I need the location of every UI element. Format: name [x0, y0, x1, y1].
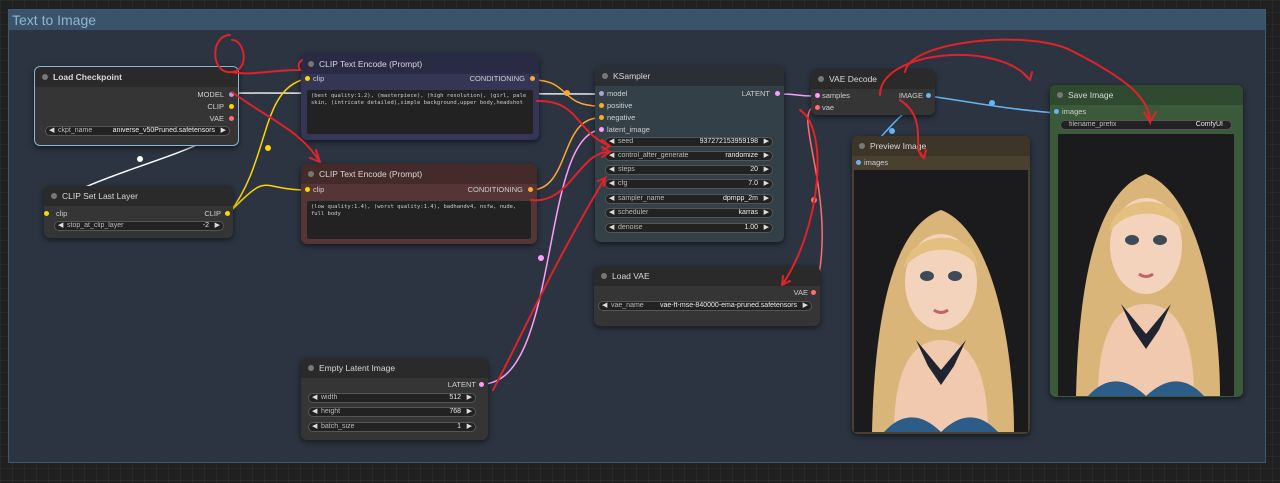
red-annotation-overlay: [214, 34, 1157, 391]
